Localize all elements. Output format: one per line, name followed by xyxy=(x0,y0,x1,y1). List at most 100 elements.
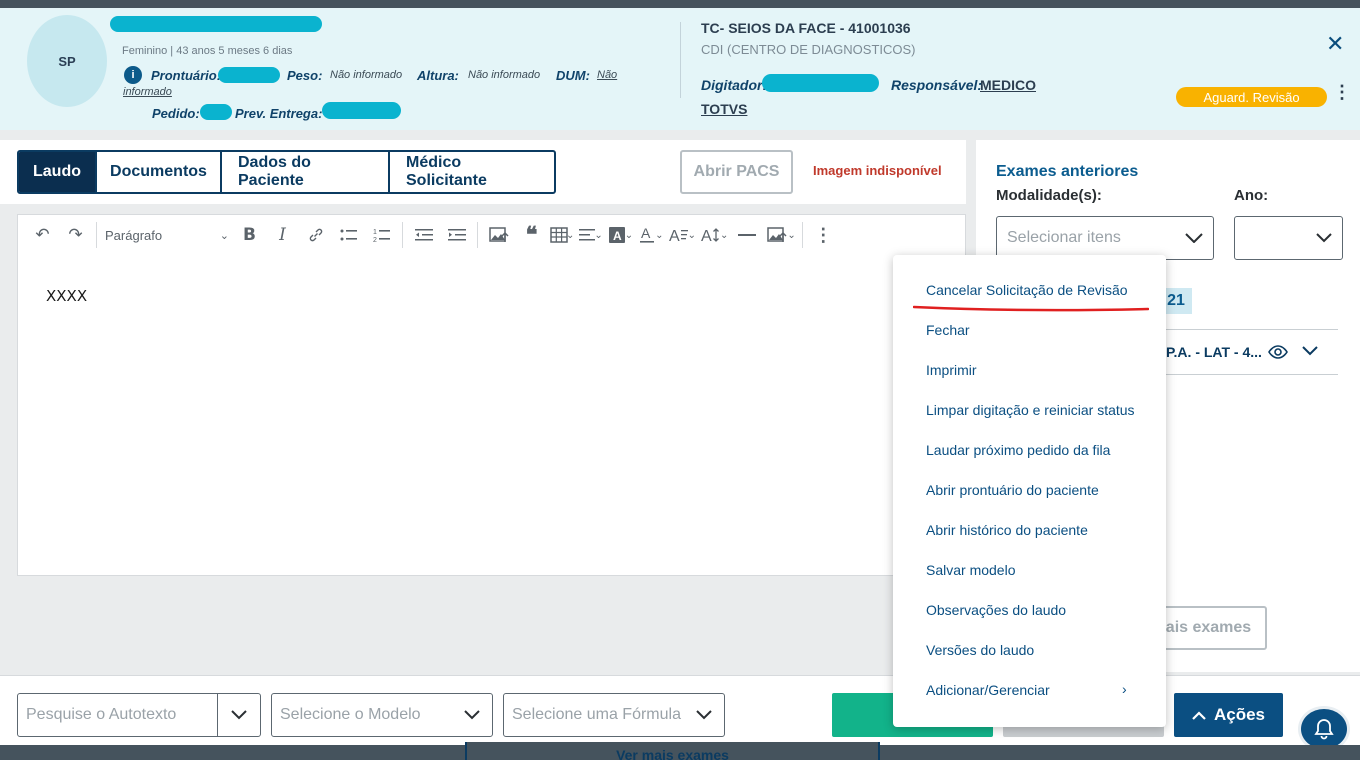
menu-item-cancel-review[interactable]: Cancelar Solicitação de Revisão xyxy=(926,282,1128,298)
tab-documentos[interactable]: Documentos xyxy=(97,152,222,192)
modelo-placeholder: Selecione o Modelo xyxy=(280,706,421,723)
indent-icon[interactable] xyxy=(440,220,473,250)
report-editor[interactable] xyxy=(17,255,966,576)
prev-entrega-label: Prev. Entrega: xyxy=(235,106,323,121)
eye-icon[interactable] xyxy=(1268,344,1288,362)
chevron-down-icon[interactable]: ⌄ xyxy=(787,230,795,241)
insert-image-icon[interactable] xyxy=(482,220,515,250)
paragraph-select-label: Parágrafo xyxy=(105,227,163,243)
redo-icon[interactable]: ↷ xyxy=(59,220,92,250)
autotexto-placeholder: Pesquise o Autotexto xyxy=(26,706,177,723)
chevron-down-icon[interactable]: ⌄ xyxy=(625,230,633,241)
menu-item-clear-reset[interactable]: Limpar digitação e reiniciar status xyxy=(926,402,1135,418)
menu-item-report-notes[interactable]: Observações do laudo xyxy=(926,602,1066,618)
red-annotation-underline xyxy=(913,305,1149,312)
chevron-down-icon xyxy=(696,710,712,720)
chevron-down-icon[interactable]: ⌄ xyxy=(594,230,602,241)
outdent-icon[interactable] xyxy=(407,220,440,250)
ano-select[interactable] xyxy=(1234,216,1343,260)
pedido-label: Pedido: xyxy=(152,106,200,121)
svg-text:A: A xyxy=(613,229,622,243)
chevron-down-icon[interactable]: ⌄ xyxy=(566,230,574,241)
patient-demographics: Feminino | 43 anos 5 meses 6 dias xyxy=(122,45,293,57)
tab-bar: Laudo Documentos Dados do Paciente Médic… xyxy=(17,150,556,194)
exam-title: TC- SEIOS DA FACE - 41001036 xyxy=(701,20,911,36)
peso-label: Peso: xyxy=(287,68,323,83)
responsavel-value-cont[interactable]: TOTVS xyxy=(701,101,747,117)
menu-item-next-order[interactable]: Laudar próximo pedido da fila xyxy=(926,442,1110,458)
actions-button[interactable]: Ações xyxy=(1174,693,1283,737)
svg-text:A: A xyxy=(669,228,680,243)
redacted-digitador xyxy=(762,74,879,92)
modalidade-label: Modalidade(s): xyxy=(996,187,1102,204)
menu-item-save-template[interactable]: Salvar modelo xyxy=(926,562,1016,578)
actions-button-label: Ações xyxy=(1213,705,1266,724)
modelo-select[interactable]: Selecione o Modelo xyxy=(271,693,493,737)
undo-icon[interactable]: ↶ xyxy=(26,220,59,250)
dum-label: DUM: xyxy=(556,68,590,83)
italic-icon[interactable]: I xyxy=(266,220,299,250)
expand-chevron-icon[interactable] xyxy=(1302,340,1318,361)
svg-text:A: A xyxy=(701,228,712,243)
responsavel-value[interactable]: MEDICO xyxy=(980,77,1036,93)
divider xyxy=(1160,329,1338,330)
chevron-down-icon[interactable]: ⌄ xyxy=(655,230,663,241)
actions-menu: Cancelar Solicitação de Revisão Fechar I… xyxy=(893,255,1166,727)
altura-value: Não informado xyxy=(468,69,541,81)
chevron-down-icon[interactable]: ⌄ xyxy=(720,230,728,241)
underlay-panel: Ver mais exames xyxy=(465,742,880,760)
more-exams-button[interactable]: ais exames xyxy=(1150,606,1267,650)
modalidade-select[interactable]: Selecionar itens xyxy=(996,216,1214,260)
bell-icon xyxy=(1314,719,1334,740)
formula-placeholder: Selecione uma Fórmula xyxy=(512,706,681,723)
menu-item-close[interactable]: Fechar xyxy=(926,322,970,338)
redacted-prontuario xyxy=(218,67,280,83)
info-icon[interactable]: i xyxy=(124,66,142,84)
link-icon[interactable] xyxy=(299,220,332,250)
bold-icon[interactable]: B xyxy=(233,220,266,250)
previous-exams-title: Exames anteriores xyxy=(996,163,1139,180)
numbered-list-icon[interactable]: 12 xyxy=(365,220,398,250)
quote-icon[interactable]: ❝ xyxy=(515,220,548,250)
menu-item-open-history[interactable]: Abrir histórico do paciente xyxy=(926,522,1088,538)
tab-medico-solicitante[interactable]: Médico Solicitante xyxy=(390,152,554,192)
header-more-icon[interactable]: ⋮ xyxy=(1333,83,1351,101)
svg-text:1: 1 xyxy=(373,229,377,236)
dum-value-cont[interactable]: informado xyxy=(123,86,172,98)
tab-laudo[interactable]: Laudo xyxy=(19,152,97,192)
editor-toolbar: ↶ ↷ Parágrafo ⌄ B I 12 ❝ ⌄ ⌄ A ⌄ A ⌄ A ⌄ xyxy=(17,214,966,256)
status-badge: Aguard. Revisão xyxy=(1176,87,1327,107)
altura-label: Altura: xyxy=(417,68,459,83)
toolbar-divider xyxy=(477,222,478,248)
toolbar-more-icon[interactable]: ⋮ xyxy=(807,220,840,250)
formula-select[interactable]: Selecione uma Fórmula xyxy=(503,693,725,737)
menu-item-report-versions[interactable]: Versões do laudo xyxy=(926,642,1034,658)
tab-dados-paciente[interactable]: Dados do Paciente xyxy=(222,152,390,192)
menu-item-print[interactable]: Imprimir xyxy=(926,362,977,378)
bulleted-list-icon[interactable] xyxy=(332,220,365,250)
divider xyxy=(1160,374,1338,375)
chevron-down-icon[interactable] xyxy=(217,694,260,736)
open-pacs-button[interactable]: Abrir PACS xyxy=(680,150,793,194)
responsavel-label: Responsável: xyxy=(891,77,983,93)
svg-text:A: A xyxy=(641,226,651,241)
image-status: Imagem indisponível xyxy=(813,163,942,178)
peso-value: Não informado xyxy=(330,69,403,81)
close-icon[interactable]: ✕ xyxy=(1326,31,1344,57)
dum-value[interactable]: Não xyxy=(597,69,617,81)
header-divider xyxy=(680,22,681,98)
autotexto-search[interactable]: Pesquise o Autotexto xyxy=(17,693,261,737)
svg-text:2: 2 xyxy=(373,237,377,243)
editor-content[interactable]: XXXX xyxy=(46,287,87,305)
paragraph-select[interactable]: Parágrafo ⌄ xyxy=(101,220,233,250)
horizontal-line-icon[interactable] xyxy=(730,220,763,250)
chevron-down-icon[interactable]: ⌄ xyxy=(688,230,696,241)
chevron-down-icon xyxy=(464,710,480,720)
exam-location: CDI (CENTRO DE DIAGNOSTICOS) xyxy=(701,42,916,57)
menu-item-open-chart[interactable]: Abrir prontuário do paciente xyxy=(926,482,1099,498)
prontuario-label: Prontuário: xyxy=(151,68,222,83)
toolbar-divider xyxy=(402,222,403,248)
digitador-label: Digitador: xyxy=(701,77,768,93)
menu-item-add-manage[interactable]: Adicionar/Gerenciar xyxy=(926,682,1050,698)
previous-exam-item[interactable]: P.A. - LAT - 4... xyxy=(1166,344,1262,360)
